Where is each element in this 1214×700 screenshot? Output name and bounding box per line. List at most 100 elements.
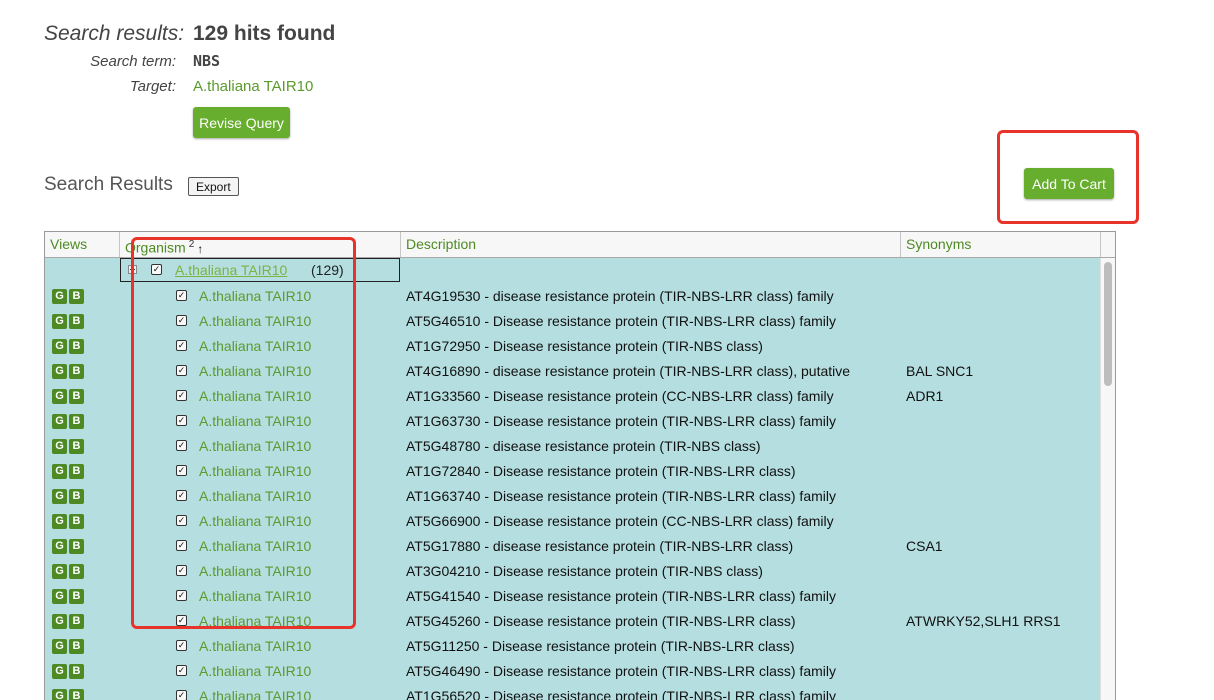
target-value: A.thaliana TAIR10 — [193, 78, 314, 95]
organism-link[interactable]: A.thaliana TAIR10 — [199, 663, 311, 679]
column-header-views[interactable]: Views — [45, 232, 120, 257]
search-results-heading: Search Results — [44, 174, 173, 195]
revise-query-button[interactable]: Revise Query — [193, 107, 290, 138]
browser-view-button[interactable]: B — [69, 689, 84, 700]
browser-view-button[interactable]: B — [69, 489, 84, 504]
organism-link[interactable]: A.thaliana TAIR10 — [199, 338, 311, 354]
genome-view-button[interactable]: G — [52, 689, 67, 700]
column-header-organism-label: Organism — [125, 239, 186, 256]
organism-link[interactable]: A.thaliana TAIR10 — [199, 363, 311, 379]
row-checkbox[interactable]: ✓ — [176, 515, 187, 526]
organism-link[interactable]: A.thaliana TAIR10 — [199, 288, 311, 304]
row-checkbox[interactable]: ✓ — [176, 615, 187, 626]
table-row: G B ✓ A.thaliana TAIR10 AT5G45260 - Disease … — [45, 608, 1100, 633]
genome-view-button[interactable]: G — [52, 389, 67, 404]
browser-view-button[interactable]: B — [69, 539, 84, 554]
genome-view-button[interactable]: G — [52, 364, 67, 379]
export-button[interactable]: Export — [188, 177, 239, 196]
browser-view-button[interactable]: B — [69, 514, 84, 529]
genome-view-button[interactable]: G — [52, 589, 67, 604]
genome-view-button[interactable]: G — [52, 564, 67, 579]
synonyms-cell: ADR1 — [906, 388, 944, 404]
organism-link[interactable]: A.thaliana TAIR10 — [199, 588, 311, 604]
organism-link[interactable]: A.thaliana TAIR10 — [199, 438, 311, 454]
row-checkbox[interactable]: ✓ — [176, 490, 187, 501]
organism-link[interactable]: A.thaliana TAIR10 — [199, 538, 311, 554]
browser-view-button[interactable]: B — [69, 639, 84, 654]
organism-link[interactable]: A.thaliana TAIR10 — [199, 463, 311, 479]
row-checkbox[interactable]: ✓ — [176, 315, 187, 326]
group-row: ✓ A.thaliana TAIR10 (129) — [120, 258, 400, 282]
genome-view-button[interactable]: G — [52, 439, 67, 454]
row-checkbox[interactable]: ✓ — [176, 440, 187, 451]
row-checkbox[interactable]: ✓ — [176, 340, 187, 351]
row-checkbox[interactable]: ✓ — [176, 465, 187, 476]
genome-view-button[interactable]: G — [52, 314, 67, 329]
row-checkbox[interactable]: ✓ — [176, 665, 187, 676]
column-header-synonyms[interactable]: Synonyms — [901, 232, 1101, 257]
organism-link[interactable]: A.thaliana TAIR10 — [199, 613, 311, 629]
genome-view-button[interactable]: G — [52, 664, 67, 679]
genome-view-button[interactable]: G — [52, 414, 67, 429]
genome-view-button[interactable]: G — [52, 489, 67, 504]
group-organism-link[interactable]: A.thaliana TAIR10 — [175, 262, 287, 278]
browser-view-button[interactable]: B — [69, 614, 84, 629]
organism-link[interactable]: A.thaliana TAIR10 — [199, 563, 311, 579]
column-header-spacer — [1101, 232, 1115, 257]
genome-view-button[interactable]: G — [52, 339, 67, 354]
browser-view-button[interactable]: B — [69, 464, 84, 479]
browser-view-button[interactable]: B — [69, 364, 84, 379]
organism-link[interactable]: A.thaliana TAIR10 — [199, 488, 311, 504]
row-checkbox[interactable]: ✓ — [176, 415, 187, 426]
collapse-group-icon[interactable] — [128, 265, 137, 274]
description-cell: AT5G11250 - Disease resistance protein (… — [406, 638, 795, 654]
browser-view-button[interactable]: B — [69, 439, 84, 454]
organism-link[interactable]: A.thaliana TAIR10 — [199, 688, 311, 700]
row-checkbox[interactable]: ✓ — [176, 640, 187, 651]
browser-view-button[interactable]: B — [69, 414, 84, 429]
browser-view-button[interactable]: B — [69, 314, 84, 329]
browser-view-button[interactable]: B — [69, 589, 84, 604]
organism-link[interactable]: A.thaliana TAIR10 — [199, 413, 311, 429]
search-term-label: Search term: — [90, 53, 176, 70]
table-row: G B ✓ A.thaliana TAIR10 AT1G56520 - Disease … — [45, 683, 1100, 700]
vertical-scrollbar[interactable] — [1100, 258, 1115, 700]
group-checkbox[interactable]: ✓ — [151, 264, 162, 275]
genome-view-button[interactable]: G — [52, 639, 67, 654]
organism-link[interactable]: A.thaliana TAIR10 — [199, 513, 311, 529]
group-organism-label: A.thaliana TAIR10 — [175, 262, 288, 278]
browser-view-button[interactable]: B — [69, 339, 84, 354]
description-cell: AT5G41540 - Disease resistance protein (… — [406, 588, 836, 604]
table-row: G B ✓ A.thaliana TAIR10 AT1G33560 - Disease … — [45, 383, 1100, 408]
browser-view-button[interactable]: B — [69, 564, 84, 579]
row-checkbox[interactable]: ✓ — [176, 290, 187, 301]
browser-view-button[interactable]: B — [69, 664, 84, 679]
description-cell: AT1G63730 - Disease resistance protein (… — [406, 413, 836, 429]
organism-link[interactable]: A.thaliana TAIR10 — [199, 388, 311, 404]
table-row: G B ✓ A.thaliana TAIR10 AT4G16890 - disease … — [45, 358, 1100, 383]
description-cell: AT5G46510 - Disease resistance protein (… — [406, 313, 836, 329]
row-checkbox[interactable]: ✓ — [176, 390, 187, 401]
organism-link[interactable]: A.thaliana TAIR10 — [199, 313, 311, 329]
synonyms-cell: ATWRKY52,SLH1 RRS1 — [906, 613, 1061, 629]
scrollbar-thumb[interactable] — [1104, 262, 1112, 386]
row-checkbox[interactable]: ✓ — [176, 365, 187, 376]
column-header-organism[interactable]: Organism 2 ↑ — [120, 232, 401, 257]
column-header-synonyms-label: Synonyms — [906, 236, 972, 252]
column-header-description[interactable]: Description — [401, 232, 901, 257]
genome-view-button[interactable]: G — [52, 514, 67, 529]
row-checkbox[interactable]: ✓ — [176, 590, 187, 601]
row-checkbox[interactable]: ✓ — [176, 565, 187, 576]
genome-view-button[interactable]: G — [52, 289, 67, 304]
synonyms-cell: CSA1 — [906, 538, 943, 554]
table-row: G B ✓ A.thaliana TAIR10 AT5G41540 - Disease … — [45, 583, 1100, 608]
browser-view-button[interactable]: B — [69, 289, 84, 304]
grid-body: ✓ A.thaliana TAIR10 (129) G B ✓ A.thaliana … — [45, 258, 1100, 700]
genome-view-button[interactable]: G — [52, 539, 67, 554]
genome-view-button[interactable]: G — [52, 614, 67, 629]
genome-view-button[interactable]: G — [52, 464, 67, 479]
organism-link[interactable]: A.thaliana TAIR10 — [199, 638, 311, 654]
row-checkbox[interactable]: ✓ — [176, 540, 187, 551]
browser-view-button[interactable]: B — [69, 389, 84, 404]
add-to-cart-button[interactable]: Add To Cart — [1024, 168, 1114, 199]
